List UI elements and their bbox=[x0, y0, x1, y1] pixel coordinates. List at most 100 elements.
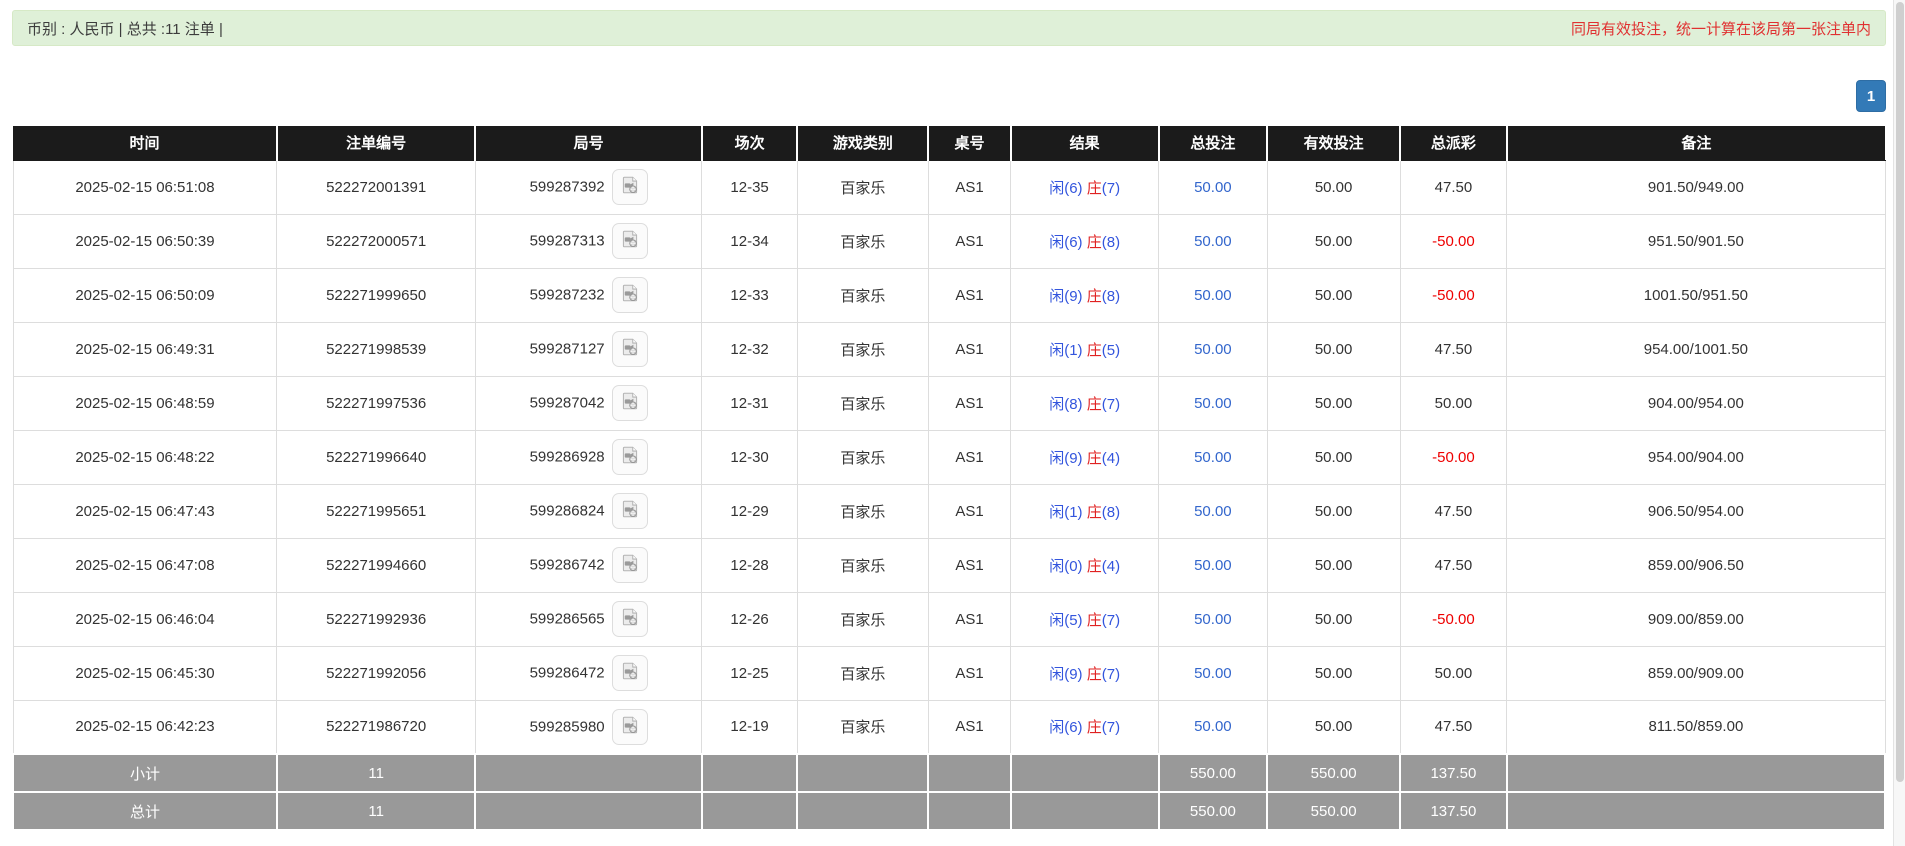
table-row: 2025-02-15 06:47:08522271994660599286742… bbox=[13, 538, 1885, 592]
cell-bet-id: 522272001391 bbox=[277, 160, 475, 214]
footer-count: 11 bbox=[277, 754, 475, 792]
cell-round-id: 599287313 bbox=[475, 214, 702, 268]
cell-table-no: AS1 bbox=[928, 484, 1010, 538]
cell-payout: -50.00 bbox=[1400, 430, 1507, 484]
video-replay-icon bbox=[619, 606, 641, 632]
cell-table-no: AS1 bbox=[928, 592, 1010, 646]
cell-session: 12-26 bbox=[702, 592, 797, 646]
video-replay-button[interactable] bbox=[612, 439, 648, 475]
result-player-label: 闲 bbox=[1049, 342, 1064, 359]
footer-empty-session bbox=[702, 792, 797, 830]
cell-result: 闲(6) 庄(8) bbox=[1011, 214, 1159, 268]
video-replay-button[interactable] bbox=[612, 277, 648, 313]
total-bet-link[interactable]: 50.00 bbox=[1194, 449, 1232, 466]
column-header: 桌号 bbox=[928, 126, 1010, 160]
cell-valid-bet: 50.00 bbox=[1267, 700, 1400, 754]
total-bet-link[interactable]: 50.00 bbox=[1194, 611, 1232, 628]
cell-round-id: 599287042 bbox=[475, 376, 702, 430]
footer-payout: 137.50 bbox=[1400, 754, 1507, 792]
cell-session: 12-25 bbox=[702, 646, 797, 700]
cell-round-id: 599287392 bbox=[475, 160, 702, 214]
result-banker-label: 庄 bbox=[1087, 288, 1102, 305]
video-replay-icon bbox=[619, 390, 641, 416]
cell-remark: 859.00/906.50 bbox=[1507, 538, 1885, 592]
footer-label: 小计 bbox=[13, 754, 277, 792]
column-header: 结果 bbox=[1011, 126, 1159, 160]
cell-game-type: 百家乐 bbox=[797, 700, 928, 754]
cell-valid-bet: 50.00 bbox=[1267, 484, 1400, 538]
scrollbar-thumb[interactable] bbox=[1896, 2, 1904, 782]
result-banker-label: 庄 bbox=[1087, 558, 1102, 575]
round-number: 599286472 bbox=[530, 665, 605, 682]
video-replay-icon bbox=[619, 552, 641, 578]
cell-valid-bet: 50.00 bbox=[1267, 322, 1400, 376]
cell-valid-bet: 50.00 bbox=[1267, 160, 1400, 214]
total-bet-link[interactable]: 50.00 bbox=[1194, 179, 1232, 196]
footer-valid-bet: 550.00 bbox=[1267, 792, 1400, 830]
video-replay-button[interactable] bbox=[612, 493, 648, 529]
cell-session: 12-31 bbox=[702, 376, 797, 430]
cell-total-bet: 50.00 bbox=[1159, 700, 1268, 754]
cell-total-bet: 50.00 bbox=[1159, 430, 1268, 484]
table-header: 时间注单编号局号场次游戏类别桌号结果总投注有效投注总派彩备注 bbox=[13, 126, 1885, 160]
total-bet-link[interactable]: 50.00 bbox=[1194, 665, 1232, 682]
round-number: 599286928 bbox=[530, 449, 605, 466]
total-bet-link[interactable]: 50.00 bbox=[1194, 287, 1232, 304]
total-bet-link[interactable]: 50.00 bbox=[1194, 718, 1232, 735]
footer-empty-remark bbox=[1507, 792, 1885, 830]
cell-table-no: AS1 bbox=[928, 160, 1010, 214]
video-replay-button[interactable] bbox=[612, 655, 648, 691]
result-banker-label: 庄 bbox=[1087, 666, 1102, 683]
round-number: 599287313 bbox=[530, 233, 605, 250]
cell-bet-id: 522271992056 bbox=[277, 646, 475, 700]
cell-bet-id: 522271996640 bbox=[277, 430, 475, 484]
footer-label: 总计 bbox=[13, 792, 277, 830]
total-bet-link[interactable]: 50.00 bbox=[1194, 233, 1232, 250]
video-replay-icon bbox=[619, 282, 641, 308]
cell-session: 12-28 bbox=[702, 538, 797, 592]
total-bet-link[interactable]: 50.00 bbox=[1194, 341, 1232, 358]
video-replay-button[interactable] bbox=[612, 331, 648, 367]
cell-valid-bet: 50.00 bbox=[1267, 268, 1400, 322]
video-replay-button[interactable] bbox=[612, 169, 648, 205]
cell-result: 闲(0) 庄(4) bbox=[1011, 538, 1159, 592]
cell-remark: 909.00/859.00 bbox=[1507, 592, 1885, 646]
cell-time: 2025-02-15 06:49:31 bbox=[13, 322, 277, 376]
cell-remark: 859.00/909.00 bbox=[1507, 646, 1885, 700]
total-bet-link[interactable]: 50.00 bbox=[1194, 503, 1232, 520]
vertical-scrollbar[interactable] bbox=[1893, 0, 1905, 846]
video-replay-button[interactable] bbox=[612, 223, 648, 259]
page-1-button[interactable]: 1 bbox=[1856, 80, 1886, 112]
cell-total-bet: 50.00 bbox=[1159, 646, 1268, 700]
cell-result: 闲(6) 庄(7) bbox=[1011, 700, 1159, 754]
total-bet-link[interactable]: 50.00 bbox=[1194, 395, 1232, 412]
cell-time: 2025-02-15 06:48:59 bbox=[13, 376, 277, 430]
result-player-label: 闲 bbox=[1049, 288, 1064, 305]
result-banker-score: (7) bbox=[1102, 666, 1120, 683]
result-banker-score: (7) bbox=[1102, 719, 1120, 736]
cell-total-bet: 50.00 bbox=[1159, 538, 1268, 592]
cell-result: 闲(6) 庄(7) bbox=[1011, 160, 1159, 214]
result-banker-score: (5) bbox=[1102, 342, 1120, 359]
cell-time: 2025-02-15 06:51:08 bbox=[13, 160, 277, 214]
cell-bet-id: 522271995651 bbox=[277, 484, 475, 538]
table-row: 2025-02-15 06:48:22522271996640599286928… bbox=[13, 430, 1885, 484]
cell-total-bet: 50.00 bbox=[1159, 592, 1268, 646]
video-replay-icon bbox=[619, 336, 641, 362]
pagination: 1 bbox=[1856, 80, 1886, 112]
video-replay-button[interactable] bbox=[612, 601, 648, 637]
video-replay-icon bbox=[619, 714, 641, 740]
video-replay-icon bbox=[619, 660, 641, 686]
result-banker-label: 庄 bbox=[1087, 450, 1102, 467]
cell-remark: 901.50/949.00 bbox=[1507, 160, 1885, 214]
cell-payout: 47.50 bbox=[1400, 700, 1507, 754]
result-player-label: 闲 bbox=[1049, 504, 1064, 521]
video-replay-button[interactable] bbox=[612, 385, 648, 421]
total-bet-link[interactable]: 50.00 bbox=[1194, 557, 1232, 574]
cell-payout: -50.00 bbox=[1400, 214, 1507, 268]
video-replay-button[interactable] bbox=[612, 709, 648, 745]
cell-result: 闲(9) 庄(7) bbox=[1011, 646, 1159, 700]
result-banker-label: 庄 bbox=[1087, 234, 1102, 251]
footer-empty-round bbox=[475, 754, 702, 792]
video-replay-button[interactable] bbox=[612, 547, 648, 583]
